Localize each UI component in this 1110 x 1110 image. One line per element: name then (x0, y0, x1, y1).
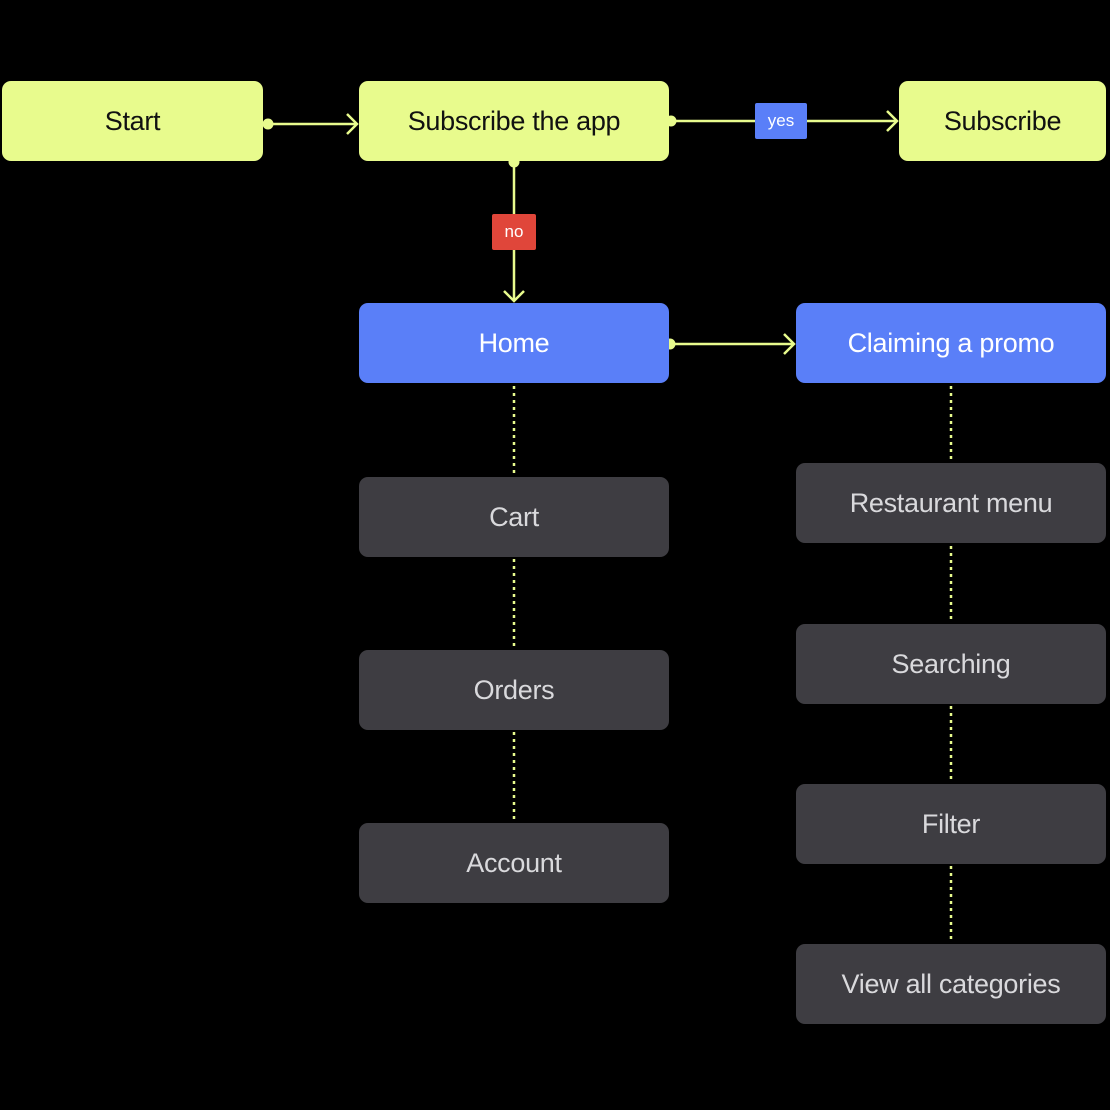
node-filter[interactable]: Filter (796, 784, 1106, 864)
node-home[interactable]: Home (359, 303, 669, 383)
node-account[interactable]: Account (359, 823, 669, 903)
node-view-all-categories[interactable]: View all categories (796, 944, 1106, 1024)
node-cart[interactable]: Cart (359, 477, 669, 557)
node-restaurant-menu[interactable]: Restaurant menu (796, 463, 1106, 543)
no-label: no (492, 214, 536, 250)
node-orders[interactable]: Orders (359, 650, 669, 730)
node-claiming-a-promo[interactable]: Claiming a promo (796, 303, 1106, 383)
node-searching[interactable]: Searching (796, 624, 1106, 704)
port-dot (262, 118, 274, 130)
node-start[interactable]: Start (2, 81, 263, 161)
node-subscribe-the-app[interactable]: Subscribe the app (359, 81, 669, 161)
flow-diagram: yes no Start Subscribe the app Subscribe… (0, 0, 1110, 1110)
node-subscribe[interactable]: Subscribe (899, 81, 1106, 161)
yes-label: yes (755, 103, 807, 139)
